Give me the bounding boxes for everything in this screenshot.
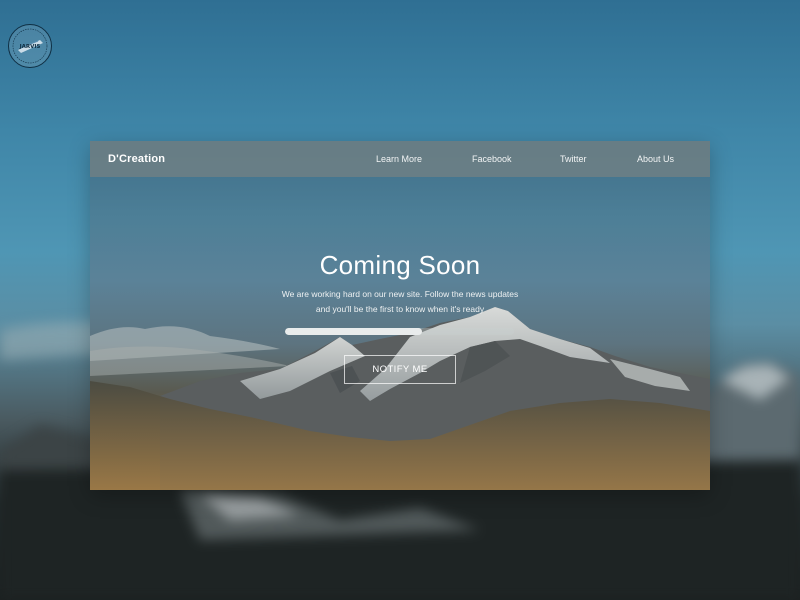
nav-link-twitter[interactable]: Twitter bbox=[560, 141, 587, 177]
hero-subtitle: We are working hard on our new site. Fol… bbox=[90, 287, 710, 317]
nav-link-about-us[interactable]: About Us bbox=[637, 141, 674, 177]
logo-badge: JARVIS bbox=[8, 24, 52, 68]
nav-link-learn-more[interactable]: Learn More bbox=[376, 141, 422, 177]
logo-badge-icon: JARVIS bbox=[12, 28, 48, 64]
hero-subtitle-line-1: We are working hard on our new site. Fol… bbox=[281, 289, 519, 299]
nav-links: Learn More Facebook Twitter About Us bbox=[90, 141, 710, 177]
hero-title: Coming Soon bbox=[319, 250, 481, 280]
hero-section: Coming Soon We are working hard on our n… bbox=[90, 249, 710, 317]
badge-text: JARVIS bbox=[19, 44, 41, 50]
landing-card: D'Creation Learn More Facebook Twitter A… bbox=[90, 141, 710, 490]
hero-subtitle-line-2: and you'll be the first to know when it'… bbox=[315, 304, 485, 314]
notify-me-button[interactable]: NOTIFY ME bbox=[344, 355, 456, 384]
page-background: JARVIS D'Creation Learn More Facebook Tw… bbox=[0, 0, 800, 600]
progress-bar-fill bbox=[285, 328, 423, 335]
progress-bar bbox=[285, 328, 514, 335]
top-navbar: D'Creation Learn More Facebook Twitter A… bbox=[90, 141, 710, 177]
nav-link-facebook[interactable]: Facebook bbox=[472, 141, 512, 177]
